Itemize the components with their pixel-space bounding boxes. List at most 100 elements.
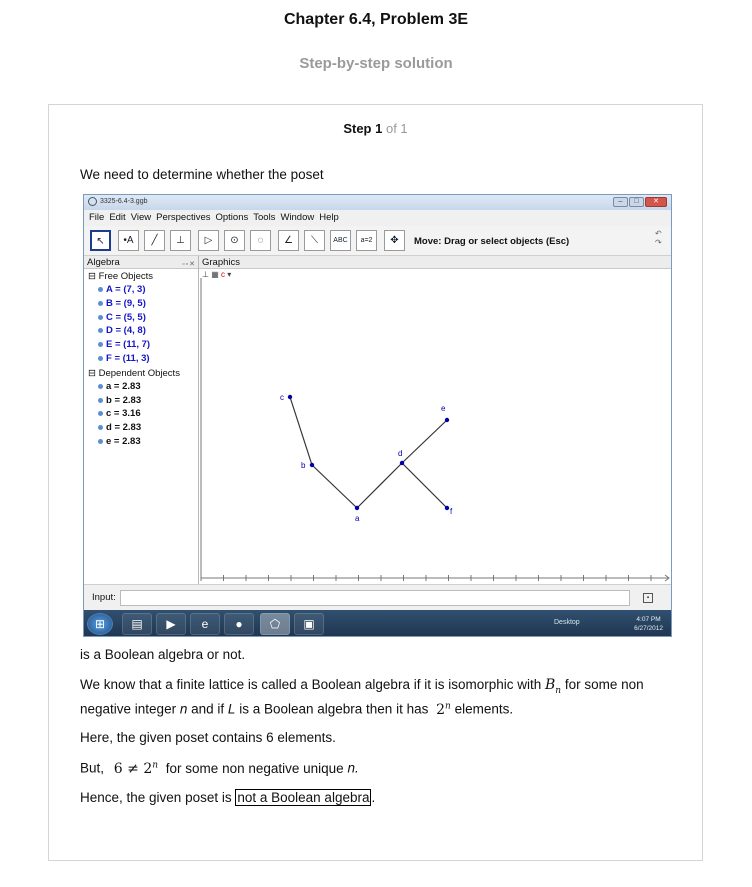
dependent-object-label: d = 2.83 (106, 422, 142, 434)
visibility-dot-icon[interactable] (98, 355, 103, 361)
menu-file[interactable]: File (89, 212, 104, 226)
math-B: B (545, 677, 556, 693)
point-f[interactable] (444, 505, 450, 511)
slider-tool-icon[interactable]: a=2 (356, 230, 377, 251)
solution-subtitle: Step-by-step solution (299, 55, 453, 72)
text-tool-icon[interactable]: ABC (330, 230, 351, 251)
point-a[interactable] (354, 505, 360, 511)
undo-redo-icons: ↶ ↷ (655, 229, 667, 247)
math-inequality-exponent: n (152, 760, 159, 770)
window-title: 3325-6.4-3.ggb (100, 198, 148, 205)
conic-tool-icon[interactable]: ◌ (250, 230, 271, 251)
chapter-title: Chapter 6.4, Problem 3E (283, 11, 469, 28)
segment-c-b[interactable] (289, 396, 313, 466)
dependent-object-d[interactable]: d = 2.83 (84, 421, 198, 435)
dependent-object-c[interactable]: c = 3.16 (84, 407, 198, 421)
label-d: d (398, 449, 402, 458)
visibility-dot-icon[interactable] (98, 300, 103, 306)
step-header: Step 1 of 1 (49, 121, 702, 136)
line-tool-icon[interactable]: ╱ (144, 230, 165, 251)
free-object-A[interactable]: A = (7, 3) (84, 283, 198, 297)
close-icon[interactable]: ✕ (645, 197, 667, 207)
start-button-icon[interactable]: ⊞ (87, 613, 113, 635)
reflect-tool-icon[interactable]: ⟍ (304, 230, 325, 251)
label-e: e (441, 404, 446, 413)
dependent-object-a[interactable]: a = 2.83 (84, 380, 198, 394)
free-object-D[interactable]: D = (4, 8) (84, 324, 198, 338)
free-object-F[interactable]: F = (11, 3) (84, 352, 198, 366)
geogebra-taskbar-icon[interactable]: ⬠ (260, 613, 290, 635)
free-object-label: D = (4, 8) (106, 325, 146, 337)
visibility-dot-icon[interactable] (98, 328, 103, 334)
free-objects-group[interactable]: ⊟ Free Objects (84, 270, 198, 283)
segment-d-e[interactable] (401, 419, 448, 464)
segment-a-d[interactable] (356, 462, 403, 509)
move-view-tool-icon[interactable]: ✥ (384, 230, 405, 251)
graphics-header: Graphics (199, 256, 671, 269)
visibility-dot-icon[interactable] (98, 287, 103, 292)
input-help-icon[interactable]: ▪ (643, 593, 653, 603)
graphics-view[interactable]: Graphics ⊥ ▦ c ▾ c b a d e f (199, 256, 671, 584)
x-axis-ticks (200, 575, 652, 581)
dependent-object-b[interactable]: b = 2.83 (84, 394, 198, 408)
desktop-label[interactable]: Desktop (554, 619, 580, 626)
math-B-subscript: n (555, 685, 562, 696)
point-c[interactable] (287, 394, 293, 400)
label-a: a (355, 514, 360, 523)
menu-view[interactable]: View (131, 212, 151, 226)
menu-perspectives[interactable]: Perspectives (156, 212, 210, 226)
p2-start: negative integer (80, 701, 177, 717)
polygon-tool-icon[interactable]: ▷ (198, 230, 219, 251)
free-object-C[interactable]: C = (5, 5) (84, 311, 198, 325)
segment-b-a[interactable] (311, 464, 358, 509)
dependent-object-e[interactable]: e = 2.83 (84, 435, 198, 449)
angle-tool-icon[interactable]: ∠ (278, 230, 299, 251)
math-2: 2 (436, 701, 446, 718)
visibility-dot-icon[interactable] (98, 438, 103, 444)
explorer-icon[interactable]: ▤ (122, 613, 152, 635)
internet-explorer-icon[interactable]: e (190, 613, 220, 635)
point-e[interactable] (444, 417, 450, 423)
minimize-icon[interactable]: – (613, 197, 628, 207)
paragraph-conclusion: Hence, the given poset is not a Boolean … (80, 789, 376, 806)
clock-time: 4:07 PM (636, 616, 661, 623)
boxed-answer: not a Boolean algebra (235, 789, 372, 806)
point-tool-icon[interactable]: •A (118, 230, 139, 251)
maximize-icon[interactable]: □ (629, 197, 644, 207)
firefox-icon[interactable]: ● (224, 613, 254, 635)
visibility-dot-icon[interactable] (98, 397, 103, 403)
menu-options[interactable]: Options (216, 212, 249, 226)
visibility-dot-icon[interactable] (98, 314, 103, 320)
p2-mid: and if (191, 701, 225, 717)
media-player-icon[interactable]: ▶ (156, 613, 186, 635)
p2-n: n (179, 701, 188, 717)
visibility-dot-icon[interactable] (98, 425, 103, 431)
menu-edit[interactable]: Edit (109, 212, 125, 226)
menu-window[interactable]: Window (280, 212, 314, 226)
menu-help[interactable]: Help (319, 212, 339, 226)
circle-tool-icon[interactable]: ⊙ (224, 230, 245, 251)
math-Bn: Bn (545, 677, 562, 696)
p1-start: We know that a finite lattice is called … (80, 677, 542, 692)
after-image-text: is a Boolean algebra or not. (80, 647, 246, 662)
redo-icon[interactable]: ↷ (655, 238, 667, 247)
menu-tools[interactable]: Tools (253, 212, 275, 226)
move-tool-icon[interactable]: ↖ (90, 230, 111, 251)
perpendicular-tool-icon[interactable]: ⊥ (170, 230, 191, 251)
undo-icon[interactable]: ↶ (655, 229, 667, 238)
image-viewer-icon[interactable]: ▣ (294, 613, 324, 635)
point-d[interactable] (399, 460, 405, 466)
hasse-diagram[interactable]: c b a d e f (199, 278, 672, 584)
visibility-dot-icon[interactable] (98, 342, 103, 348)
algebra-header-label: Algebra (87, 257, 120, 268)
segment-d-f[interactable] (401, 462, 448, 509)
dependent-objects-group[interactable]: ⊟ Dependent Objects (84, 367, 198, 380)
p5-end: . (371, 790, 376, 805)
visibility-dot-icon[interactable] (98, 383, 103, 389)
visibility-dot-icon[interactable] (98, 411, 103, 417)
point-b[interactable] (309, 462, 315, 468)
free-object-label: F = (11, 3) (106, 352, 150, 364)
input-field[interactable] (120, 590, 630, 606)
free-object-B[interactable]: B = (9, 5) (84, 297, 198, 311)
free-object-E[interactable]: E = (11, 7) (84, 338, 198, 352)
